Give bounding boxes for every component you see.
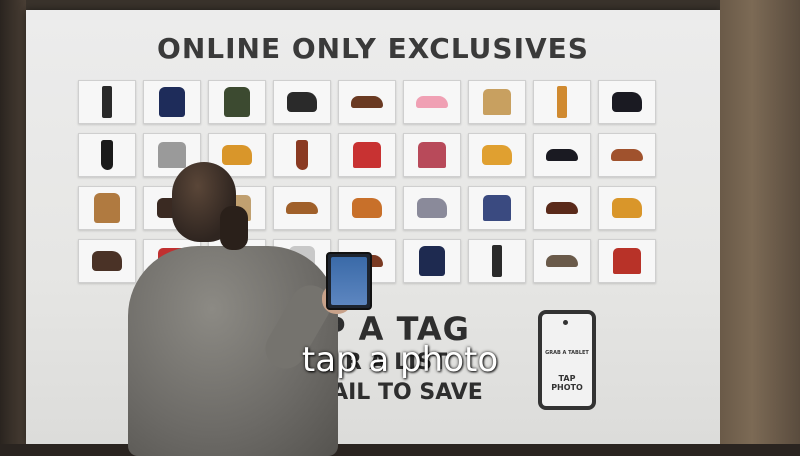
handheld-tablet <box>326 252 372 310</box>
product-jacket-image <box>159 87 185 117</box>
product-tile[interactable] <box>533 133 591 177</box>
product-tile[interactable] <box>78 80 136 124</box>
product-tile[interactable] <box>143 80 201 124</box>
product-tile[interactable] <box>598 186 656 230</box>
shopper-beard <box>220 206 248 250</box>
product-shirt-image <box>483 89 511 115</box>
product-shirt-image <box>418 142 446 168</box>
product-tile[interactable] <box>403 239 461 283</box>
product-tile[interactable] <box>403 133 461 177</box>
product-boot-image <box>417 198 447 218</box>
product-tile[interactable] <box>533 80 591 124</box>
product-shoe-image <box>546 149 578 161</box>
product-shoe-image <box>546 202 578 214</box>
product-shoe-image <box>351 96 383 108</box>
product-jacket-image <box>224 87 250 117</box>
product-tile[interactable] <box>338 80 396 124</box>
product-boot-image <box>612 92 642 112</box>
product-tallboot-image <box>101 140 113 170</box>
product-shirt-image <box>483 195 511 221</box>
product-tile[interactable] <box>273 80 331 124</box>
product-tile[interactable] <box>208 80 266 124</box>
product-jacket-image <box>94 193 120 223</box>
product-tile[interactable] <box>533 239 591 283</box>
product-shoe-image <box>611 149 643 161</box>
product-boot-image <box>612 198 642 218</box>
product-boot-image <box>92 251 122 271</box>
product-shoe-image <box>546 255 578 267</box>
photo-scene: ONLINE ONLY EXCLUSIVES P A TAG R A LIST … <box>0 0 800 456</box>
product-pants-image <box>492 245 502 277</box>
product-tile[interactable] <box>598 80 656 124</box>
tablet-screen <box>331 257 367 305</box>
product-jacket-image <box>419 246 445 276</box>
product-tile[interactable] <box>598 133 656 177</box>
product-boot-image <box>287 92 317 112</box>
product-tile[interactable] <box>403 80 461 124</box>
floor <box>0 444 800 456</box>
product-pants-image <box>102 86 112 118</box>
product-shirt-image <box>613 248 641 274</box>
product-tile[interactable] <box>533 186 591 230</box>
product-tile[interactable] <box>468 80 526 124</box>
product-tile[interactable] <box>468 239 526 283</box>
product-boot-image <box>482 145 512 165</box>
product-tile[interactable] <box>468 133 526 177</box>
tablet-camera-dot <box>563 320 568 325</box>
product-tile[interactable] <box>468 186 526 230</box>
right-pillar <box>720 0 800 456</box>
left-pillar <box>0 0 26 456</box>
product-tile[interactable] <box>598 239 656 283</box>
product-tile[interactable] <box>403 186 461 230</box>
video-caption: tap a photo <box>301 340 499 380</box>
product-pants-image <box>557 86 567 118</box>
product-shoe-image <box>416 96 448 108</box>
wall-title: ONLINE ONLY EXCLUSIVES <box>157 32 589 65</box>
